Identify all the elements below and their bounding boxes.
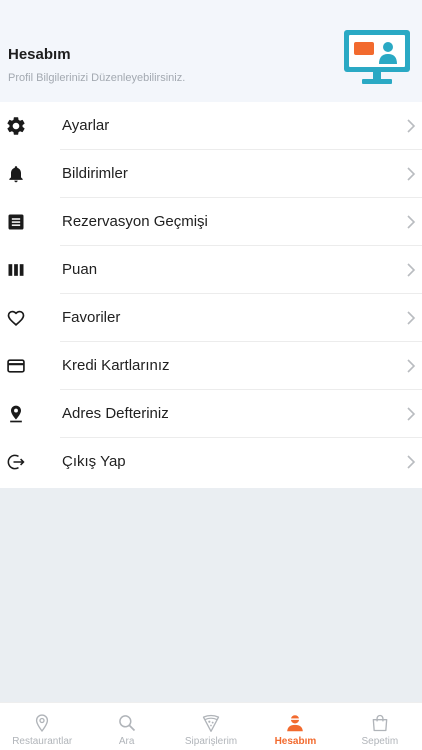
gear-icon [4, 114, 28, 138]
columns-icon [4, 258, 28, 282]
logout-icon [4, 450, 28, 474]
tab-label: Hesabım [274, 736, 317, 747]
menu-item-label: Ayarlar [62, 117, 110, 134]
page-title: Hesabım [8, 46, 71, 63]
chevron-right-icon [407, 119, 416, 133]
menu-item-label: Bildirimler [62, 165, 128, 182]
menu-item-logout[interactable]: Çıkış Yap [0, 438, 422, 486]
menu-item-label: Rezervasyon Geçmişi [62, 213, 208, 230]
chevron-right-icon [407, 455, 416, 469]
menu-item-label: Kredi Kartlarınız [62, 357, 170, 374]
pizza-slice-icon [200, 712, 222, 734]
bell-icon [4, 162, 28, 186]
tab-orders[interactable]: Siparişlerim [169, 703, 253, 750]
tab-label: Sepetim [361, 736, 399, 747]
chevron-right-icon [407, 359, 416, 373]
menu-item-label: Favoriler [62, 309, 121, 326]
list-icon [4, 210, 28, 234]
chevron-right-icon [407, 407, 416, 421]
map-pin-icon [31, 712, 53, 734]
menu-item-credit-cards[interactable]: Kredi Kartlarınız [0, 342, 422, 390]
tab-label: Ara [118, 736, 135, 747]
account-header: Hesabım Profil Bilgilerinizi Düzenleyebi… [0, 0, 422, 102]
location-pin-icon [4, 402, 28, 426]
tab-cart[interactable]: Sepetim [338, 703, 422, 750]
tab-label: Siparişlerim [184, 736, 238, 747]
shopping-bag-icon [369, 712, 391, 734]
menu-item-label: Puan [62, 261, 98, 278]
heart-icon [4, 306, 28, 330]
credit-card-icon [4, 354, 28, 378]
account-menu: Ayarlar Bildirimler Rezervasyon Geçmişi [0, 102, 422, 488]
menu-item-notifications[interactable]: Bildirimler [0, 150, 422, 198]
tab-label: Restaurantlar [12, 736, 73, 747]
bottom-tab-bar: Restaurantlar Ara Siparişlerim Hesabım S… [0, 702, 422, 750]
menu-item-reservation-history[interactable]: Rezervasyon Geçmişi [0, 198, 422, 246]
tab-search[interactable]: Ara [84, 703, 168, 750]
account-screen: Hesabım Profil Bilgilerinizi Düzenleyebi… [0, 0, 422, 750]
chevron-right-icon [407, 167, 416, 181]
search-icon [116, 712, 138, 734]
menu-item-points[interactable]: Puan [0, 246, 422, 294]
chevron-right-icon [407, 215, 416, 229]
tab-account[interactable]: Hesabım [253, 703, 337, 750]
menu-item-favorites[interactable]: Favoriler [0, 294, 422, 342]
user-icon [284, 712, 306, 734]
tab-restaurants[interactable]: Restaurantlar [0, 703, 84, 750]
chevron-right-icon [407, 311, 416, 325]
menu-item-settings[interactable]: Ayarlar [0, 102, 422, 150]
profile-monitor-illustration [344, 30, 410, 84]
chevron-right-icon [407, 263, 416, 277]
page-subtitle: Profil Bilgilerinizi Düzenleyebilirsiniz… [8, 72, 186, 84]
menu-item-address-book[interactable]: Adres Defteriniz [0, 390, 422, 438]
menu-item-label: Çıkış Yap [62, 453, 126, 470]
menu-item-label: Adres Defteriniz [62, 405, 169, 422]
